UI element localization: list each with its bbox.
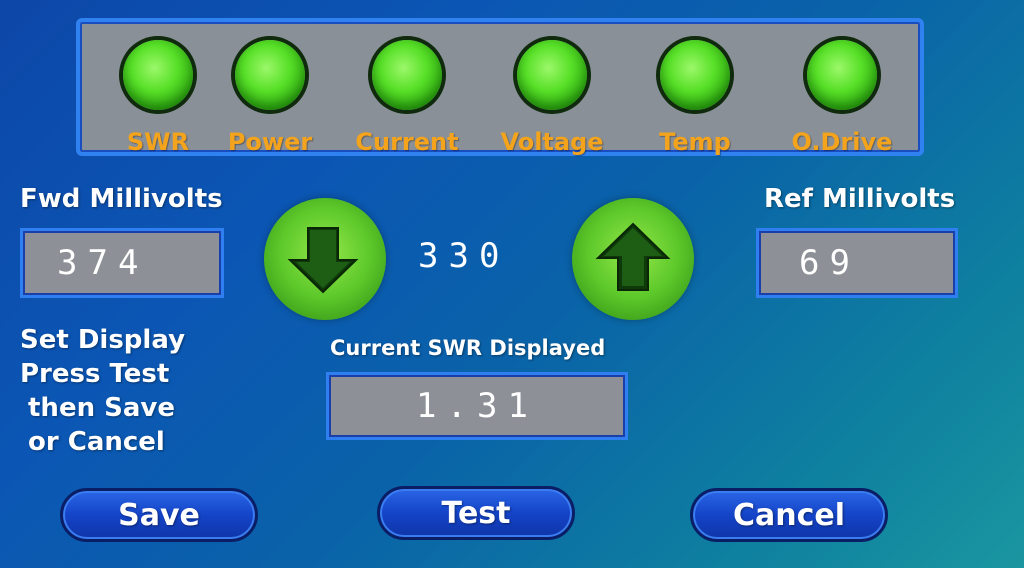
indicator-current: Current [342,40,472,156]
indicator-panel: SWR Power Current Voltage Temp O.Drive [76,18,924,156]
swr-display-field: 1.31 [326,372,628,440]
increase-button[interactable] [572,198,694,320]
ref-millivolts-field: 69 [756,228,958,298]
indicator-swr: SWR [93,40,223,156]
swr-display-label: Current SWR Displayed [330,336,606,360]
save-button-label: Save [118,497,200,533]
current-led-icon [372,40,442,110]
fwd-millivolts-label: Fwd Millivolts [20,184,223,214]
instruction-line: Set Display [20,325,186,355]
indicator-label: Temp [659,128,731,156]
test-button[interactable]: Test [377,486,575,540]
ref-millivolts-label: Ref Millivolts [764,184,956,214]
arrow-down-icon [287,227,359,294]
instruction-line: Press Test [20,359,170,389]
voltage-led-icon [517,40,587,110]
arrow-up-icon [595,222,671,291]
instruction-line: then Save [28,393,175,423]
indicator-temp: Temp [630,40,760,156]
indicator-label: SWR [126,128,190,156]
indicator-voltage: Voltage [487,40,617,156]
indicator-odrive: O.Drive [777,40,907,156]
cancel-button[interactable]: Cancel [690,488,888,542]
swr-led-icon [123,40,193,110]
indicator-power: Power [205,40,335,156]
ref-millivolts-value: 69 [799,243,860,283]
indicator-label: Current [355,128,459,156]
odrive-led-icon [807,40,877,110]
power-led-icon [235,40,305,110]
adjust-value: 330 [418,236,510,276]
decrease-button[interactable] [264,198,386,320]
fwd-millivolts-field: 374 [20,228,224,298]
indicator-label: O.Drive [791,128,893,156]
cancel-button-label: Cancel [732,497,846,533]
swr-display-value: 1.31 [416,386,538,426]
fwd-millivolts-value: 374 [57,243,149,283]
indicator-label: Voltage [500,128,604,156]
save-button[interactable]: Save [60,488,258,542]
test-button-label: Test [441,495,511,531]
indicator-label: Power [227,128,313,156]
temp-led-icon [660,40,730,110]
instruction-line: or Cancel [28,427,165,457]
